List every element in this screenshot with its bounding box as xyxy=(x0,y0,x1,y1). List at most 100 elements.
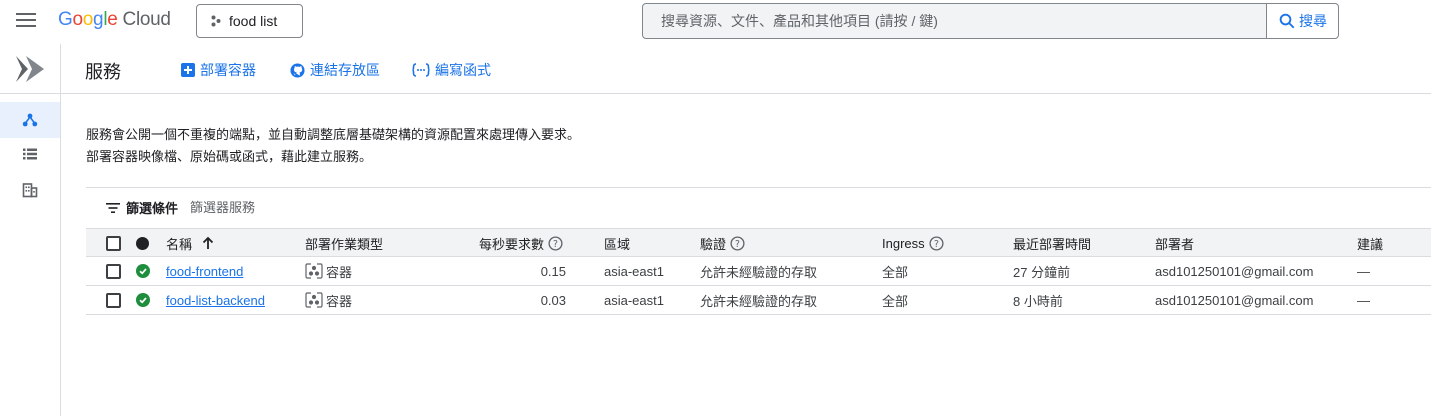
help-icon[interactable]: ? xyxy=(929,235,944,251)
filter-input[interactable] xyxy=(190,200,391,215)
select-all-checkbox[interactable] xyxy=(106,235,121,251)
auth-cell: 允許未經驗證的存取 xyxy=(700,286,817,314)
deploy-type-value: 容器 xyxy=(326,293,353,309)
filter-icon xyxy=(106,202,120,213)
connect-repo-button[interactable]: 連結存放區 xyxy=(290,60,380,80)
rps-cell: 0.03 xyxy=(479,286,566,314)
table-row[interactable]: food-frontend 容器 0.15 asia-east1 允許未經驗證的… xyxy=(86,257,1431,286)
nav-item-domain-mappings[interactable] xyxy=(0,172,60,208)
page-header: 服務 部署容器 連結存放區 編寫函式 xyxy=(61,44,1431,94)
column-header-recommendation[interactable]: 建議 xyxy=(1357,229,1383,257)
deploy-type-value: 容器 xyxy=(326,264,353,280)
status-cell xyxy=(136,286,150,314)
github-icon xyxy=(290,62,305,78)
last-deployed-cell: 8 小時前 xyxy=(1013,286,1063,314)
column-header-rps[interactable]: 每秒要求數 ? xyxy=(479,229,563,257)
auth-cell: 允許未經驗證的存取 xyxy=(700,257,817,285)
deployer-cell: asd101250101@gmail.com xyxy=(1155,286,1313,314)
rps-value: 0.03 xyxy=(540,292,566,308)
services-icon xyxy=(22,113,38,127)
service-name-cell: food-list-backend xyxy=(166,286,265,314)
check-circle-icon xyxy=(136,264,150,278)
rps-value: 0.15 xyxy=(540,263,566,279)
column-header-auth[interactable]: 驗證 ? xyxy=(700,229,745,257)
add-box-icon xyxy=(181,63,195,77)
deployer-value: asd101250101@gmail.com xyxy=(1155,263,1314,279)
page-title: 服務 xyxy=(85,62,121,82)
description-line: 部署容器映像檔、原始碼或函式，藉此建立服務。 xyxy=(86,149,373,164)
last-deployed-cell: 27 分鐘前 xyxy=(1013,257,1070,285)
column-header-region[interactable]: 區域 xyxy=(604,229,630,257)
container-icon xyxy=(305,292,323,308)
deploy-type-cell: 容器 xyxy=(305,257,352,285)
filter-bar: 篩選條件 xyxy=(106,198,391,217)
service-name-link[interactable]: food-list-backend xyxy=(166,293,265,308)
search-icon xyxy=(1279,13,1295,29)
column-header-name[interactable]: 名稱 xyxy=(166,229,214,257)
table-row[interactable]: food-list-backend 容器 0.03 asia-east1 允許未… xyxy=(86,286,1431,315)
select-all-checkbox-cell xyxy=(106,229,121,257)
write-function-button[interactable]: 編寫函式 xyxy=(412,60,491,80)
search-bar: 搜尋 xyxy=(642,3,1339,39)
ingress-cell: 全部 xyxy=(882,286,908,314)
deploy-container-button[interactable]: 部署容器 xyxy=(181,60,256,80)
row-checkbox[interactable] xyxy=(106,263,121,279)
main-menu-icon[interactable] xyxy=(16,13,36,29)
column-region-label: 區域 xyxy=(604,236,631,252)
column-deploy-type-label: 部署作業類型 xyxy=(305,236,384,252)
project-picker-button[interactable]: food list xyxy=(196,4,303,38)
svg-text:?: ? xyxy=(735,238,740,249)
column-header-ingress[interactable]: Ingress ? xyxy=(882,229,944,257)
nav-item-jobs[interactable] xyxy=(0,136,60,172)
column-header-last-deployed[interactable]: 最近部署時間 xyxy=(1013,229,1091,257)
service-name-cell: food-frontend xyxy=(166,257,243,285)
project-icon xyxy=(211,15,221,27)
row-checkbox[interactable] xyxy=(106,292,121,308)
rps-cell: 0.15 xyxy=(479,257,566,285)
recommendation-value: — xyxy=(1357,292,1370,308)
last-deployed-value: 8 小時前 xyxy=(1013,293,1063,309)
search-button[interactable]: 搜尋 xyxy=(1266,4,1338,38)
region-value: asia-east1 xyxy=(604,263,664,279)
row-checkbox-cell xyxy=(106,286,121,314)
services-table: 名稱 部署作業類型 每秒要求數 ? 區域 驗證 ? Ingress ? 最近部署… xyxy=(86,228,1431,315)
deploy-container-label: 部署容器 xyxy=(200,62,256,78)
column-header-deployer[interactable]: 部署者 xyxy=(1155,229,1194,257)
recommendation-cell: — xyxy=(1357,286,1370,314)
region-value: asia-east1 xyxy=(604,292,664,308)
status-cell xyxy=(136,257,150,285)
column-auth-label: 驗證 xyxy=(700,236,727,252)
auth-value: 允許未經驗證的存取 xyxy=(700,293,818,309)
help-icon[interactable]: ? xyxy=(548,235,563,251)
column-rps-label: 每秒要求數 xyxy=(479,236,545,252)
sort-ascending-icon[interactable] xyxy=(202,236,214,250)
region-cell: asia-east1 xyxy=(604,257,664,285)
page-description: 服務會公開一個不重複的端點，並自動調整底層基礎架構的資源配置來處理傳入要求。 部… xyxy=(86,124,580,168)
service-name-link[interactable]: food-frontend xyxy=(166,264,243,279)
google-cloud-logo[interactable]: Google Cloud xyxy=(58,9,171,31)
status-dot-icon xyxy=(136,236,149,250)
column-header-deploy-type[interactable]: 部署作業類型 xyxy=(305,229,383,257)
top-bar: Google Cloud food list 搜尋 xyxy=(0,0,1431,44)
write-function-label: 編寫函式 xyxy=(435,62,491,78)
svg-text:?: ? xyxy=(934,238,939,249)
deploy-type-cell: 容器 xyxy=(305,286,352,314)
list-icon xyxy=(23,148,37,160)
nav-item-services[interactable] xyxy=(0,102,60,138)
row-checkbox-cell xyxy=(106,257,121,285)
cloud-run-logo-icon[interactable] xyxy=(14,54,46,89)
table-header-row: 名稱 部署作業類型 每秒要求數 ? 區域 驗證 ? Ingress ? 最近部署… xyxy=(86,228,1431,257)
help-icon[interactable]: ? xyxy=(730,235,745,251)
column-deployer-label: 部署者 xyxy=(1155,236,1195,252)
search-input[interactable] xyxy=(643,4,1266,38)
search-button-label: 搜尋 xyxy=(1299,13,1327,29)
filter-label[interactable]: 篩選條件 xyxy=(126,198,178,217)
check-circle-icon xyxy=(136,293,150,307)
svg-text:?: ? xyxy=(553,238,558,249)
container-icon xyxy=(305,263,323,279)
column-recommendation-label: 建議 xyxy=(1357,236,1384,252)
column-last-deployed-label: 最近部署時間 xyxy=(1013,236,1092,252)
deployer-cell: asd101250101@gmail.com xyxy=(1155,257,1313,285)
function-icon xyxy=(412,63,430,77)
column-ingress-label: Ingress xyxy=(882,235,925,251)
